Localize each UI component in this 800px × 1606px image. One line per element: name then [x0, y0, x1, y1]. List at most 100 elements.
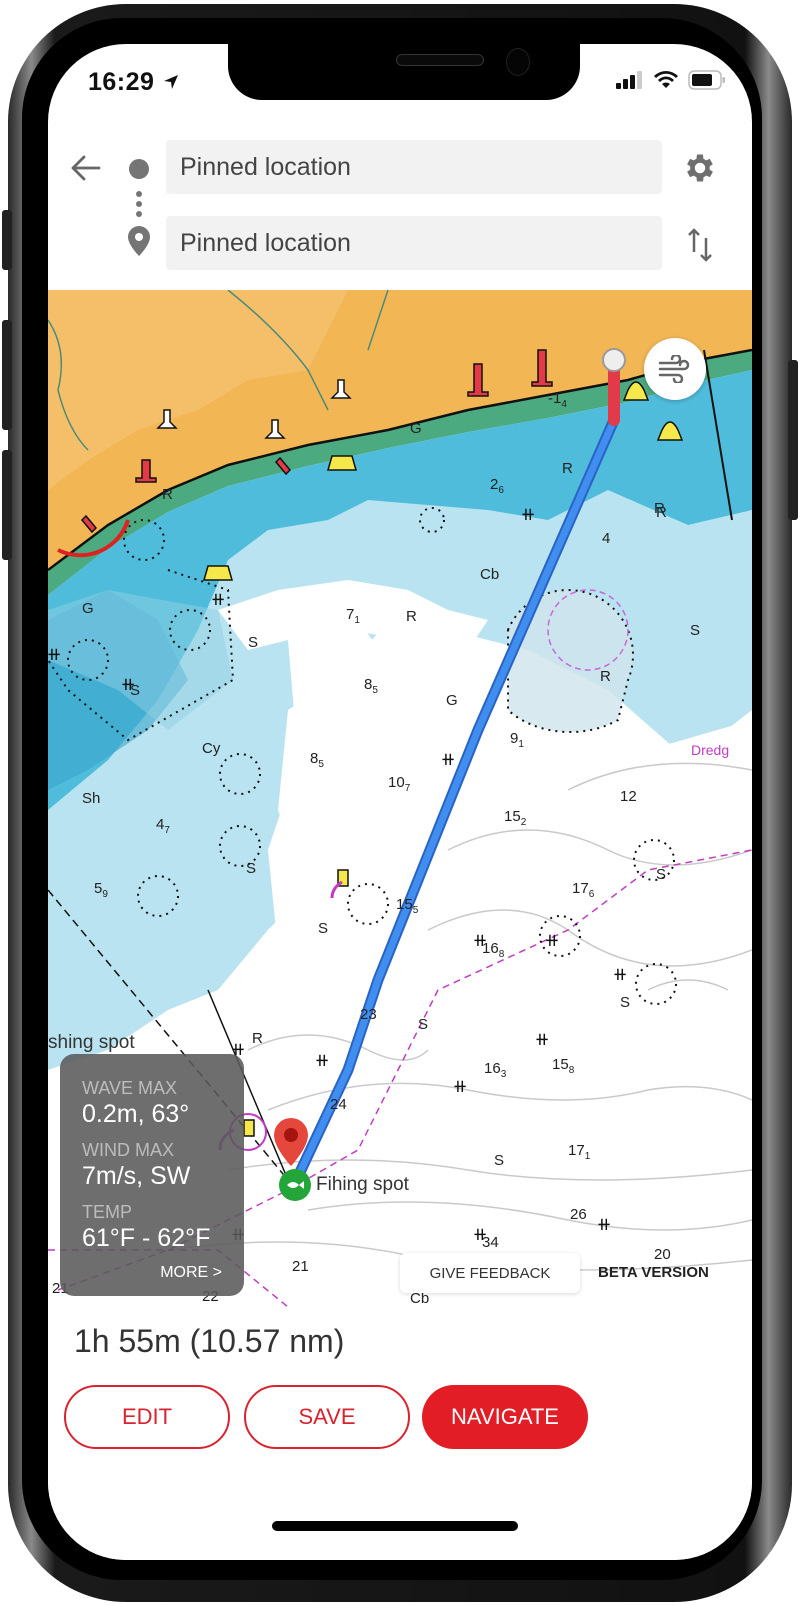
- seabed-label: S: [246, 860, 257, 877]
- depth-sounding: 47: [156, 816, 170, 836]
- depth-sounding: 158: [552, 1056, 575, 1076]
- depth-sounding: 59: [94, 880, 108, 900]
- give-feedback-button[interactable]: GIVE FEEDBACK: [400, 1253, 580, 1293]
- wifi-icon: [654, 71, 678, 88]
- seabed-label: R: [656, 504, 667, 521]
- seabed-label: Cb: [480, 566, 500, 583]
- seabed-label: G: [410, 420, 422, 437]
- depth-sounding: 155: [396, 896, 419, 916]
- wreck-icon: ⧺: [440, 749, 455, 770]
- depth-sounding: 91: [510, 730, 524, 750]
- depth-sounding: 20: [654, 1246, 671, 1263]
- depth-sounding: 26: [490, 476, 504, 496]
- seabed-label: G: [446, 692, 458, 709]
- partial-spot-label: shing spot: [48, 1032, 135, 1053]
- wind-icon: [658, 355, 690, 383]
- dredged-area-label: Dredg: [691, 742, 730, 758]
- wave-max-label: WAVE MAX: [82, 1078, 178, 1098]
- volume-up-button: [2, 320, 12, 430]
- wind-max-value: 7m/s, SW: [82, 1162, 191, 1190]
- status-time: 16:29: [88, 68, 180, 97]
- location-arrow-icon: [163, 75, 178, 89]
- time-text: 16:29: [88, 68, 155, 96]
- status-icons: [616, 70, 726, 90]
- wreck-icon: ⧺: [452, 1076, 467, 1097]
- nautical-chart-map[interactable]: ⧺ ⧺ ⧺ ⧺ ⧺ ⧺ ⧺ ⧺ ⧺ ⧺ ⧺ ⧺ ⧺ ⧺ ⧺: [48, 290, 752, 1307]
- battery-icon: [688, 70, 725, 90]
- home-indicator[interactable]: [272, 1521, 518, 1531]
- save-button[interactable]: SAVE: [244, 1385, 410, 1449]
- temp-label: TEMP: [82, 1202, 133, 1222]
- wreck-icon: ⧺: [596, 1214, 611, 1235]
- route-header: Pinned location Pinned location: [48, 134, 752, 290]
- seabed-label: S: [620, 994, 631, 1011]
- seabed-label: S: [418, 1016, 429, 1033]
- wind-max-label: WIND MAX: [82, 1140, 174, 1160]
- route-duration: 1h 55m (10.57 nm): [74, 1323, 345, 1359]
- depth-sounding: 152: [504, 808, 527, 828]
- temp-value: 61°F - 62°F: [82, 1224, 211, 1252]
- wreck-icon: ⧺: [534, 1029, 549, 1050]
- depth-sounding: 171: [568, 1142, 591, 1162]
- depth-sounding: 176: [572, 880, 595, 900]
- seabed-label: S: [130, 682, 141, 699]
- seabed-label: R: [252, 1030, 263, 1047]
- depth-sounding: -14: [548, 390, 567, 410]
- seabed-label: S: [690, 622, 701, 639]
- seabed-label: Sh: [82, 790, 101, 807]
- wreck-icon: ⧺: [544, 930, 559, 951]
- seabed-label: S: [494, 1152, 505, 1169]
- depth-sounding: 4: [602, 530, 611, 547]
- depth-sounding: 34: [482, 1234, 499, 1251]
- wreck-icon: ⧺: [612, 964, 627, 985]
- wreck-icon: ⧺: [48, 644, 62, 665]
- seabed-label: R: [162, 486, 173, 503]
- beta-version-label: BETA VERSION: [598, 1264, 709, 1281]
- depth-sounding: 21: [292, 1258, 309, 1275]
- wave-max-value: 0.2m, 63°: [82, 1100, 190, 1128]
- gear-icon[interactable]: [682, 150, 718, 186]
- volume-down-button: [2, 450, 12, 560]
- seabed-label: S: [318, 920, 329, 937]
- origin-input[interactable]: Pinned location: [166, 140, 662, 194]
- depth-sounding: 85: [364, 676, 378, 696]
- arrow-left-icon[interactable]: [70, 154, 102, 182]
- depth-sounding: 23: [360, 1006, 377, 1023]
- seabed-label: Cy: [202, 740, 221, 757]
- front-camera: [506, 48, 530, 76]
- power-button: [788, 360, 798, 520]
- route-summary-panel: 1h 55m (10.57 nm) EDIT SAVE NAVIGATE: [48, 1307, 752, 1560]
- wreck-icon: ⧺: [210, 589, 225, 610]
- seabed-label: R: [562, 460, 573, 477]
- depth-sounding: 163: [484, 1060, 507, 1080]
- map-pin-icon: [128, 226, 150, 256]
- depth-sounding: 24: [330, 1096, 347, 1113]
- vertical-dots-icon: [136, 191, 142, 217]
- more-link[interactable]: MORE >: [160, 1264, 222, 1282]
- seabed-label: G: [82, 600, 94, 617]
- swap-vertical-icon[interactable]: [686, 228, 714, 262]
- speaker: [396, 54, 484, 66]
- cellular-signal-icon: [616, 71, 642, 89]
- fishing-spot-label[interactable]: Fihing spot: [316, 1174, 409, 1196]
- depth-sounding: 107: [388, 774, 411, 794]
- edit-button[interactable]: EDIT: [64, 1385, 230, 1449]
- seabed-label: R: [600, 668, 611, 685]
- navigate-button[interactable]: NAVIGATE: [422, 1385, 588, 1449]
- wreck-icon: ⧺: [314, 1050, 329, 1071]
- silent-switch: [2, 210, 12, 270]
- wreck-icon: ⧺: [520, 504, 535, 525]
- map-pin-marker-icon[interactable]: [274, 1118, 308, 1166]
- seabed-label: S: [656, 866, 667, 883]
- screen: 16:29 Pinned location Pinned location ⧺ …: [48, 44, 752, 1560]
- seabed-label: R: [406, 608, 417, 625]
- dot-icon: [129, 159, 149, 179]
- depth-sounding: 85: [310, 750, 324, 770]
- depth-sounding: 168: [482, 940, 505, 960]
- destination-input[interactable]: Pinned location: [166, 216, 662, 270]
- notch: [228, 44, 580, 100]
- seabed-label: S: [248, 634, 259, 651]
- wind-layer-button[interactable]: [644, 338, 706, 400]
- fishing-spot-icon[interactable]: [278, 1168, 312, 1202]
- weather-summary-card[interactable]: WAVE MAX 0.2m, 63° WIND MAX 7m/s, SW TEM…: [60, 1054, 244, 1296]
